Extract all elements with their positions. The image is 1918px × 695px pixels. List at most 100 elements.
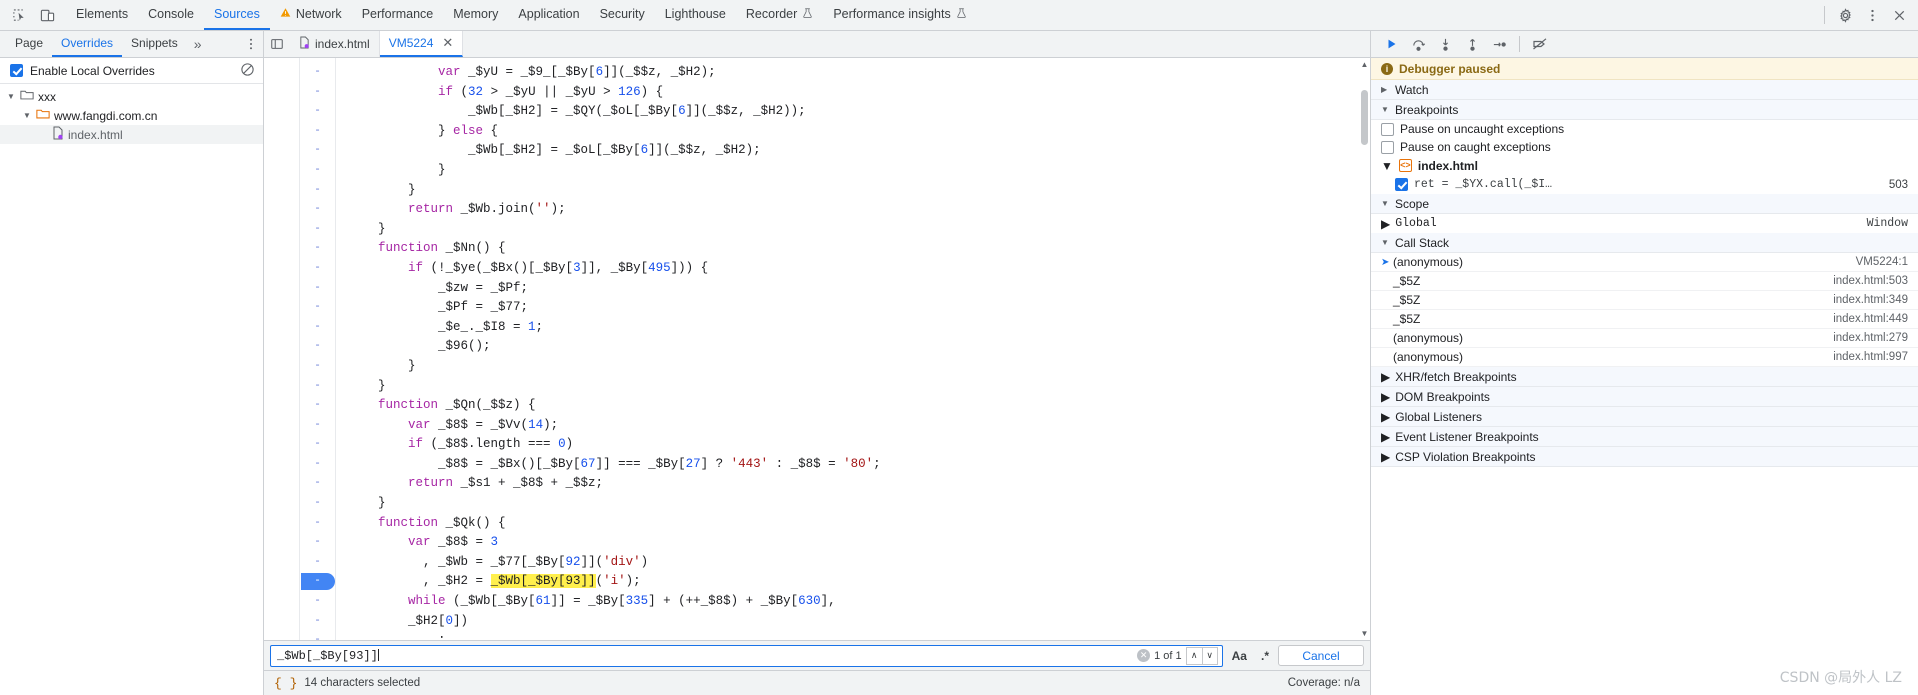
navigator-more-options-kebab-icon[interactable] [239, 31, 263, 57]
call-stack-frame[interactable]: ➤ (anonymous) VM5224:1 [1371, 253, 1918, 272]
line-gutter-marker[interactable]: - [300, 592, 335, 612]
code-line[interactable]: } else { [348, 122, 1370, 142]
code-line[interactable]: } [348, 494, 1370, 514]
code-line[interactable]: return _$Wb.join(''); [348, 200, 1370, 220]
code-line[interactable]: if (_$8$.length === 0) [348, 435, 1370, 455]
more-options-kebab-icon[interactable] [1859, 2, 1885, 28]
call-stack-section-header[interactable]: ▼ Call Stack [1371, 233, 1918, 253]
enable-overrides-checkbox[interactable] [10, 64, 23, 77]
call-stack-frame[interactable]: _$5Z index.html:503 [1371, 272, 1918, 291]
code-line[interactable]: _$Wb[_$H2] = _$QY(_$oL[_$By[6]](_$$z, _$… [348, 102, 1370, 122]
step-button[interactable] [1487, 33, 1512, 55]
tree-item-index-html[interactable]: index.html [0, 125, 263, 144]
call-stack-frame[interactable]: (anonymous) index.html:279 [1371, 329, 1918, 348]
tab-performance[interactable]: Performance [352, 0, 444, 30]
close-devtools-icon[interactable] [1886, 2, 1912, 28]
line-gutter-marker[interactable]: - [300, 357, 335, 377]
search-previous-button[interactable]: ∧ [1185, 646, 1202, 665]
chevron-right-icon[interactable]: ▶ [1381, 217, 1390, 231]
line-gutter-marker[interactable]: - [300, 435, 335, 455]
line-gutter-marker[interactable]: - [300, 141, 335, 161]
tab-recorder[interactable]: Recorder [736, 0, 823, 30]
line-gutter-marker[interactable]: - [300, 102, 335, 122]
tab-memory[interactable]: Memory [443, 0, 508, 30]
code-line[interactable]: return _$s1 + _$8$ + _$$z; [348, 474, 1370, 494]
deactivate-breakpoints-button[interactable] [1527, 33, 1552, 55]
line-gutter-marker[interactable]: - [300, 396, 335, 416]
tab-security[interactable]: Security [590, 0, 655, 30]
line-gutter-marker[interactable]: - [300, 553, 335, 573]
inspect-element-icon[interactable] [6, 2, 32, 28]
code-line[interactable]: _$96(); [348, 337, 1370, 357]
subtab-page[interactable]: Page [6, 31, 52, 57]
code-line[interactable]: _$Wb[_$H2] = _$oL[_$By[6]](_$$z, _$H2); [348, 141, 1370, 161]
pause-caught-checkbox[interactable] [1381, 140, 1394, 154]
editor-vertical-scrollbar[interactable]: ▲ ▼ [1359, 58, 1370, 640]
step-over-next-function-call-button[interactable] [1406, 33, 1431, 55]
breakpoints-section-header[interactable]: ▼ Breakpoints [1371, 100, 1918, 120]
search-input[interactable]: _$Wb[_$By[93]] [277, 648, 1137, 663]
more-subtabs-icon[interactable]: » [187, 31, 209, 57]
section-global-listeners[interactable]: ▶ Global Listeners [1371, 407, 1918, 427]
code-line[interactable]: function _$Qk() { [348, 514, 1370, 534]
pause-on-uncaught-exceptions-row[interactable]: Pause on uncaught exceptions [1371, 120, 1918, 138]
enable-local-overrides-row[interactable]: Enable Local Overrides [0, 58, 263, 84]
line-gutter-marker[interactable]: - [300, 416, 335, 436]
call-stack-frame[interactable]: (anonymous) index.html:997 [1371, 348, 1918, 367]
breakpoint-file-group[interactable]: ▼ <> index.html [1371, 156, 1918, 175]
tab-elements[interactable]: Elements [66, 0, 138, 30]
cancel-search-button[interactable]: Cancel [1278, 645, 1364, 666]
line-gutter-marker[interactable]: - [300, 572, 335, 592]
editor-tab-vm5224[interactable]: VM5224 ✕ [379, 31, 464, 57]
code-line[interactable]: , _$Wb = _$77[_$By[92]]('div') [348, 553, 1370, 573]
scope-section-header[interactable]: ▼ Scope [1371, 194, 1918, 214]
code-line[interactable]: _$H2[0]) [348, 612, 1370, 632]
code-line[interactable]: _$Pf = _$77; [348, 298, 1370, 318]
step-out-of-current-function-button[interactable] [1460, 33, 1485, 55]
line-gutter-marker[interactable]: - [300, 239, 335, 259]
code-line[interactable]: } [348, 377, 1370, 397]
code-line[interactable]: } [348, 357, 1370, 377]
pause-uncaught-checkbox[interactable] [1381, 122, 1394, 136]
code-line[interactable]: } [348, 161, 1370, 181]
code-line[interactable]: _$e_._$I8 = 1; [348, 318, 1370, 338]
line-gutter-marker[interactable]: - [300, 298, 335, 318]
breakpoint-gutter[interactable] [264, 58, 300, 640]
clear-search-icon[interactable]: ✕ [1137, 649, 1151, 662]
call-stack-frame[interactable]: _$5Z index.html:449 [1371, 310, 1918, 329]
tab-lighthouse[interactable]: Lighthouse [655, 0, 736, 30]
line-gutter-marker[interactable]: - [300, 494, 335, 514]
tab-network[interactable]: Network [270, 0, 352, 30]
clear-configuration-icon[interactable] [240, 62, 255, 80]
tab-application[interactable]: Application [508, 0, 589, 30]
code-line[interactable]: var _$8$ = 3 [348, 533, 1370, 553]
line-gutter-marker[interactable]: - [300, 200, 335, 220]
breakpoint-item[interactable]: ret = _$YX.call(_$I… 503 [1371, 175, 1918, 194]
line-number-gutter[interactable]: ----------------------------------- [300, 58, 336, 640]
step-into-next-function-call-button[interactable] [1433, 33, 1458, 55]
editor-tab-index-html[interactable]: index.html [290, 31, 380, 57]
code-line[interactable]: function _$Nn() { [348, 239, 1370, 259]
line-gutter-marker[interactable]: - [300, 318, 335, 338]
code-line[interactable]: while (_$Wb[_$By[61]] = _$By[335] + (++_… [348, 592, 1370, 612]
source-code-text[interactable]: var _$yU = _$9_[_$By[6]](_$$z, _$H2); if… [336, 58, 1370, 640]
match-case-toggle[interactable]: Aa [1227, 646, 1252, 666]
scroll-up-arrow-icon[interactable]: ▲ [1360, 60, 1369, 69]
line-gutter-marker[interactable]: - [300, 514, 335, 534]
line-gutter-marker[interactable]: - [300, 83, 335, 103]
subtab-overrides[interactable]: Overrides [52, 31, 123, 57]
code-line[interactable]: ; [348, 631, 1370, 640]
settings-gear-icon[interactable] [1832, 2, 1858, 28]
code-line[interactable]: _$8$ = _$Bx()[_$By[67]] === _$By[27] ? '… [348, 455, 1370, 475]
line-gutter-marker[interactable]: - [300, 337, 335, 357]
code-line[interactable]: var _$8$ = _$Vv(14); [348, 416, 1370, 436]
tab-sources[interactable]: Sources [203, 0, 270, 30]
search-input-wrapper[interactable]: _$Wb[_$By[93]] ✕ 1 of 1 ∧ ∨ [270, 644, 1223, 667]
section-xhr-fetch-breakpoints[interactable]: ▶ XHR/fetch Breakpoints [1371, 367, 1918, 387]
close-tab-icon[interactable]: ✕ [442, 35, 453, 51]
code-line[interactable]: } [348, 181, 1370, 201]
tab-performance-insights[interactable]: Performance insights [823, 0, 976, 30]
call-stack-frame[interactable]: _$5Z index.html:349 [1371, 291, 1918, 310]
line-gutter-marker[interactable]: - [300, 161, 335, 181]
line-gutter-marker[interactable]: - [300, 259, 335, 279]
